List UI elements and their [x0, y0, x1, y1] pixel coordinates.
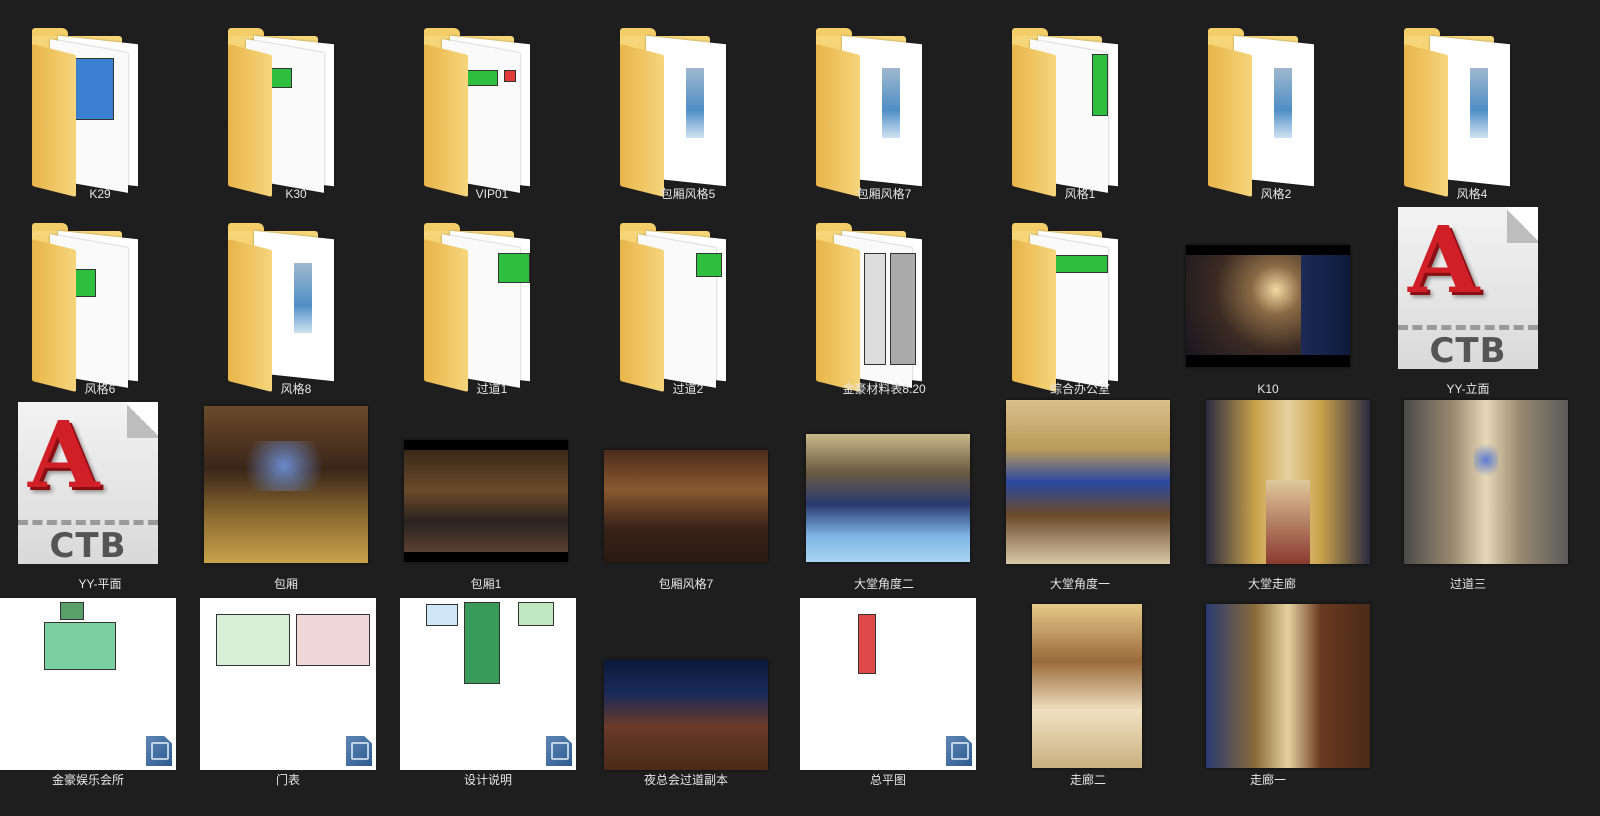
file-item[interactable]: 风格8 — [196, 205, 396, 405]
file-name: 包厢1 — [470, 577, 502, 591]
document-thumbnail — [800, 596, 1000, 771]
file-item[interactable]: 风格6 — [0, 205, 200, 405]
file-item[interactable]: 包厢风格7 — [784, 10, 984, 210]
file-name: 大堂走廊 — [1247, 577, 1296, 591]
image-thumbnail — [200, 400, 400, 575]
file-name: 包厢风格7 — [658, 577, 714, 591]
image-thumbnail — [1186, 596, 1386, 771]
file-item[interactable]: 过道1 — [392, 205, 592, 405]
file-item[interactable]: 综合办公室 — [980, 205, 1180, 405]
file-name: 过道2 — [672, 382, 704, 396]
file-name: 风格8 — [280, 382, 312, 396]
file-item[interactable]: K10 — [1186, 205, 1386, 405]
file-item[interactable]: 风格1 — [980, 10, 1180, 210]
file-name: 大堂角度一 — [1049, 577, 1110, 591]
file-item[interactable]: K29 — [0, 10, 200, 210]
file-name: VIP01 — [475, 187, 509, 201]
image-thumbnail — [788, 400, 988, 575]
file-name: 走廊一 — [1249, 773, 1286, 787]
folder-icon — [588, 205, 788, 392]
file-name: 风格2 — [1260, 187, 1292, 201]
file-item[interactable]: 大堂角度一 — [986, 400, 1186, 600]
file-name: YY-立面 — [1446, 382, 1490, 396]
folder-icon — [196, 205, 396, 392]
file-name: 过道三 — [1449, 577, 1486, 591]
autocad-ctb-icon: A CTB — [1398, 205, 1598, 380]
document-icon — [346, 736, 372, 766]
file-item[interactable]: 夜总会过道副本 — [592, 596, 792, 796]
file-name: 设计说明 — [463, 773, 512, 787]
image-thumbnail — [986, 400, 1186, 575]
file-name: K30 — [285, 187, 307, 201]
folder-icon — [196, 10, 396, 197]
file-item[interactable]: A CTB YY-立面 — [1398, 205, 1598, 405]
image-thumbnail — [396, 400, 596, 575]
folder-icon — [1176, 10, 1376, 197]
folder-icon — [980, 205, 1180, 392]
folder-icon — [1372, 10, 1572, 197]
file-item[interactable]: 金豪材料表8.20 — [784, 205, 984, 405]
file-name: K10 — [1257, 382, 1279, 396]
file-name: 包厢风格7 — [856, 187, 912, 201]
file-item[interactable]: VIP01 — [392, 10, 592, 210]
file-name: 总平图 — [869, 773, 906, 787]
document-icon — [146, 736, 172, 766]
file-name: 综合办公室 — [1049, 382, 1110, 396]
file-item[interactable]: 走廊一 — [1186, 596, 1386, 796]
folder-icon — [980, 10, 1180, 197]
image-thumbnail — [1186, 205, 1386, 380]
file-name: YY-平面 — [78, 577, 122, 591]
folder-icon — [784, 10, 984, 197]
file-item[interactable]: 过道三 — [1378, 400, 1578, 600]
file-item[interactable]: 包厢 — [200, 400, 400, 600]
file-name: 大堂角度二 — [853, 577, 914, 591]
file-name: 夜总会过道副本 — [643, 773, 728, 787]
folder-icon — [0, 205, 200, 392]
file-name: K29 — [89, 187, 111, 201]
file-item[interactable]: 包厢风格5 — [588, 10, 788, 210]
document-icon — [546, 736, 572, 766]
folder-icon — [392, 205, 592, 392]
file-item[interactable]: 设计说明 — [400, 596, 600, 796]
file-item[interactable]: 包厢1 — [396, 400, 596, 600]
file-name: 门表 — [275, 773, 300, 787]
file-name: 风格4 — [1456, 187, 1488, 201]
folder-icon — [0, 10, 200, 197]
image-thumbnail — [592, 596, 792, 771]
image-thumbnail — [1182, 400, 1382, 575]
file-item[interactable]: 金豪娱乐会所 — [0, 596, 200, 796]
file-name: 包厢 — [273, 577, 298, 591]
file-item[interactable]: 风格4 — [1372, 10, 1572, 210]
file-item[interactable]: 包厢风格7 — [592, 400, 792, 600]
document-icon — [946, 736, 972, 766]
folder-icon — [784, 205, 984, 392]
file-name: 过道1 — [476, 382, 508, 396]
file-item[interactable]: K30 — [196, 10, 396, 210]
document-thumbnail — [200, 596, 400, 771]
folder-icon — [392, 10, 592, 197]
file-item[interactable]: A CTB YY-平面 — [0, 400, 200, 600]
file-item[interactable]: 门表 — [200, 596, 400, 796]
file-name: 风格6 — [84, 382, 116, 396]
image-thumbnail — [996, 596, 1196, 771]
file-name: 金豪娱乐会所 — [51, 773, 124, 787]
document-thumbnail — [0, 596, 200, 771]
file-name: 风格1 — [1064, 187, 1096, 201]
file-item[interactable]: 总平图 — [800, 596, 1000, 796]
file-name: 包厢风格5 — [660, 187, 716, 201]
file-item[interactable]: 大堂角度二 — [788, 400, 988, 600]
image-thumbnail — [592, 400, 792, 575]
image-thumbnail — [1378, 400, 1578, 575]
file-name: 走廊二 — [1069, 773, 1106, 787]
file-item[interactable]: 风格2 — [1176, 10, 1376, 210]
file-item[interactable]: 大堂走廊 — [1182, 400, 1382, 600]
folder-icon — [588, 10, 788, 197]
file-name: 金豪材料表8.20 — [842, 382, 926, 396]
autocad-ctb-icon: A CTB — [0, 400, 200, 575]
file-item[interactable]: 走廊二 — [996, 596, 1196, 796]
file-item[interactable]: 过道2 — [588, 205, 788, 405]
document-thumbnail — [400, 596, 600, 771]
